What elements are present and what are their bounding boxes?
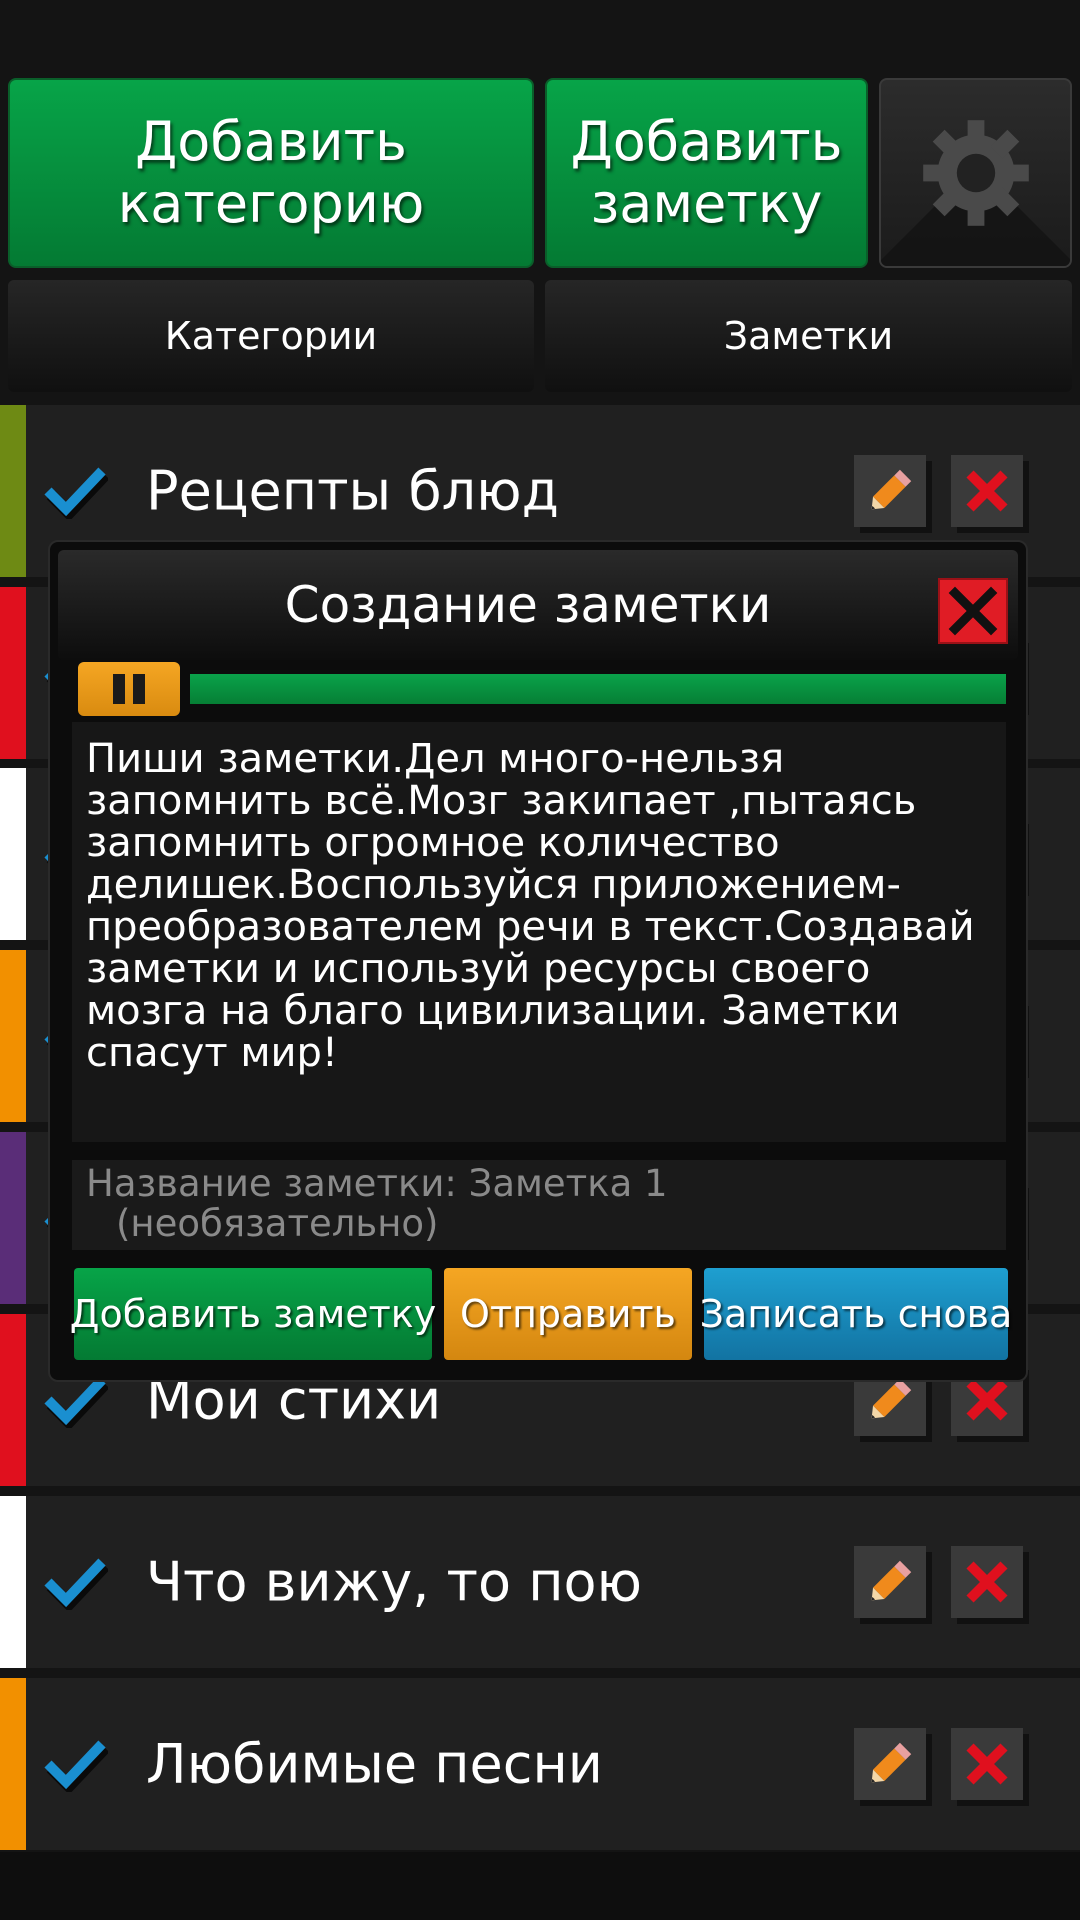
pencil-icon <box>871 1742 912 1783</box>
dialog-close-button[interactable] <box>938 578 1008 644</box>
send-label: Отправить <box>460 1292 676 1336</box>
recording-progress-fill <box>190 674 1006 704</box>
tab-notes[interactable]: Заметки <box>545 280 1072 392</box>
tab-categories[interactable]: Категории <box>8 280 534 392</box>
edit-category-button[interactable] <box>854 1728 926 1800</box>
add-category-button[interactable]: Добавить категорию <box>8 78 534 268</box>
delete-category-button[interactable] <box>951 1546 1023 1618</box>
category-row[interactable]: Любимые песни <box>0 1678 1080 1850</box>
note-title-hint: (необязательно) <box>116 1202 439 1245</box>
delete-x-icon <box>966 1561 1008 1603</box>
delete-category-button[interactable] <box>951 455 1023 527</box>
close-icon <box>948 586 998 636</box>
dialog-header: Создание заметки <box>58 550 1018 660</box>
category-label: Что вижу, то пою <box>146 1550 642 1614</box>
checkmark-icon[interactable] <box>42 1554 110 1613</box>
bottom-bar <box>0 1852 1080 1920</box>
settings-button[interactable] <box>879 78 1072 268</box>
delete-x-icon <box>966 1743 1008 1785</box>
dialog-title: Создание заметки <box>284 576 772 634</box>
category-color-stripe <box>0 1496 26 1668</box>
category-color-stripe <box>0 768 26 940</box>
edit-category-button[interactable] <box>854 1546 926 1618</box>
category-color-stripe <box>0 950 26 1122</box>
send-button[interactable]: Отправить <box>444 1268 692 1360</box>
delete-x-icon <box>966 1379 1008 1421</box>
category-color-stripe <box>0 1314 26 1486</box>
add-note-label: Добавить заметку <box>570 110 843 235</box>
gear-icon <box>922 120 1029 226</box>
category-row[interactable]: Что вижу, то пою <box>0 1496 1080 1668</box>
recording-progress-bar <box>190 674 1006 704</box>
note-title-label: Название заметки: Заметка 1 <box>86 1162 668 1205</box>
record-again-button[interactable]: Записать снова <box>700 1268 1012 1360</box>
note-text-area[interactable]: Пиши заметки.Дел много-нельзя запомнить … <box>72 722 1006 1142</box>
tab-categories-label: Категории <box>164 314 378 358</box>
add-category-label: Добавить категорию <box>117 110 425 235</box>
note-title-field[interactable]: Название заметки: Заметка 1 (необязатель… <box>72 1160 1006 1250</box>
category-color-stripe <box>0 405 26 577</box>
pencil-icon <box>871 1560 912 1601</box>
create-note-dialog: Создание заметки Пиши заметки.Дел много-… <box>48 540 1028 1382</box>
delete-x-icon <box>966 470 1008 512</box>
pause-button[interactable] <box>78 662 180 716</box>
pencil-icon <box>871 469 912 510</box>
tab-notes-label: Заметки <box>723 314 894 358</box>
edit-category-button[interactable] <box>854 455 926 527</box>
checkmark-icon[interactable] <box>42 463 110 522</box>
add-note-confirm-button[interactable]: Добавить заметку <box>70 1268 436 1360</box>
category-color-stripe <box>0 1678 26 1850</box>
record-again-label: Записать снова <box>699 1292 1013 1336</box>
category-color-stripe <box>0 1132 26 1304</box>
add-note-button[interactable]: Добавить заметку <box>545 78 868 268</box>
category-color-stripe <box>0 587 26 759</box>
add-note-confirm-label: Добавить заметку <box>69 1292 437 1336</box>
checkmark-icon[interactable] <box>42 1736 110 1795</box>
category-label: Любимые песни <box>146 1732 603 1796</box>
delete-category-button[interactable] <box>951 1728 1023 1800</box>
pause-icon <box>113 674 145 704</box>
category-label: Рецепты блюд <box>146 459 559 523</box>
